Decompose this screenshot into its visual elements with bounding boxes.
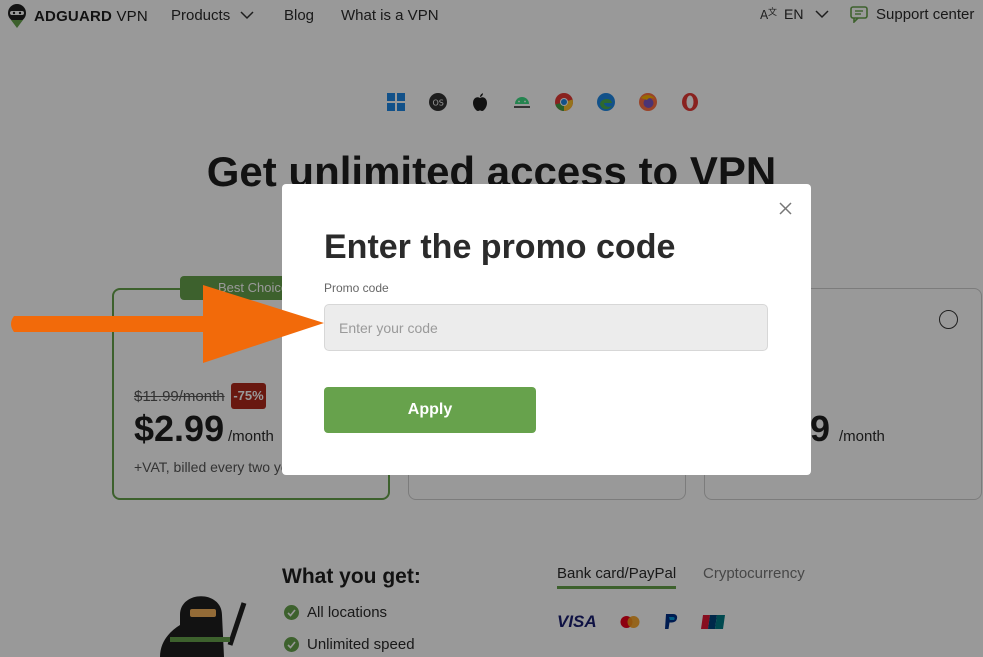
promo-code-label: Promo code — [324, 281, 389, 295]
promo-code-modal: Enter the promo code Promo code Apply — [282, 184, 811, 475]
arrow-icon — [11, 285, 324, 363]
promo-code-input[interactable] — [324, 304, 768, 351]
close-icon[interactable] — [778, 201, 793, 216]
modal-title: Enter the promo code — [324, 228, 676, 266]
apply-button[interactable]: Apply — [324, 387, 536, 433]
